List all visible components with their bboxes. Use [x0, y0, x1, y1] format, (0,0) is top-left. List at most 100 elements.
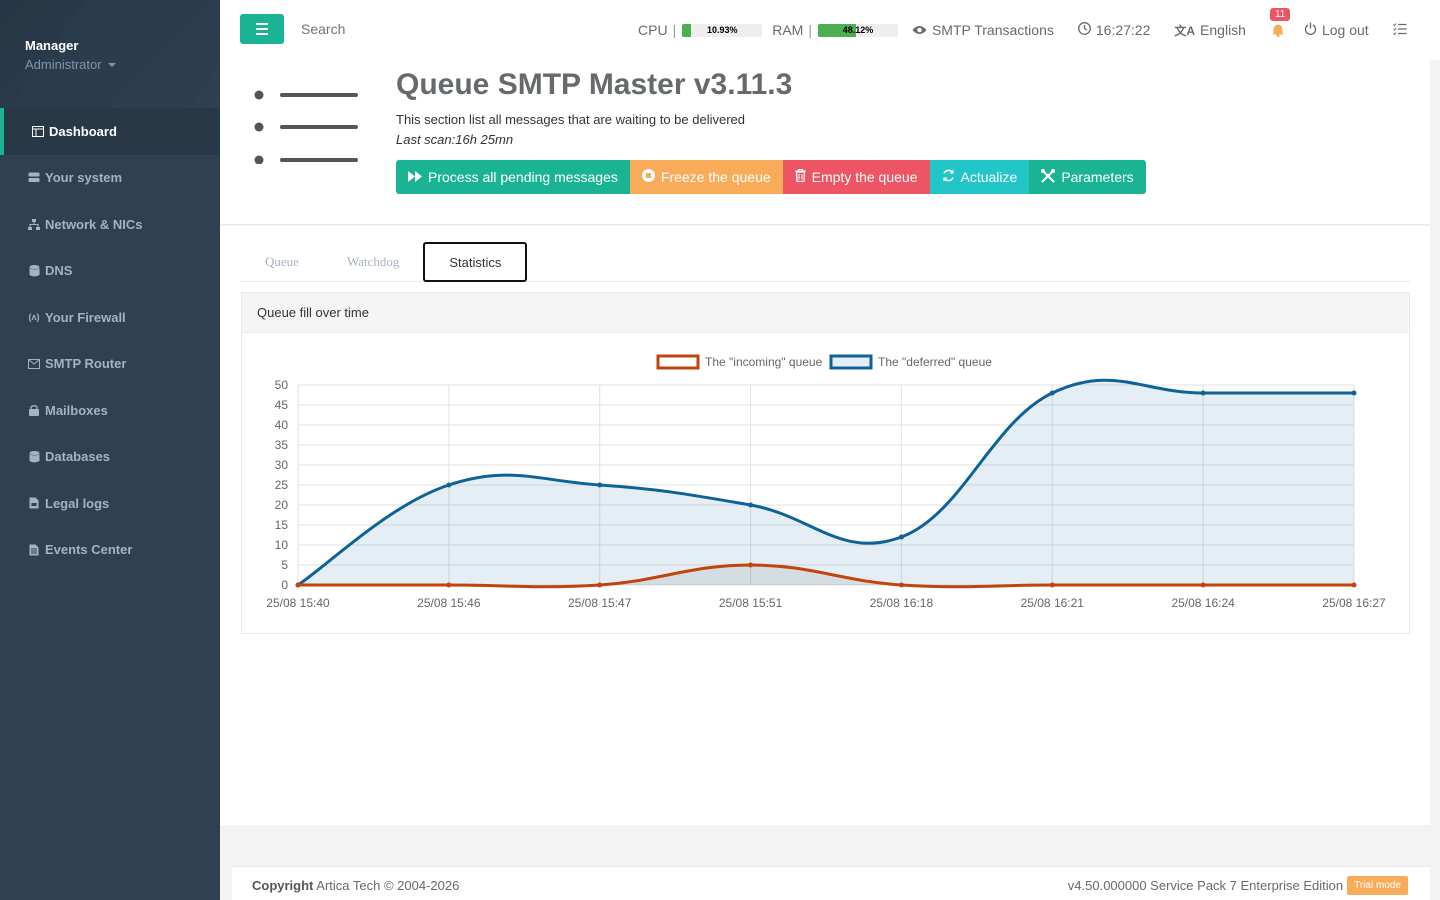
- data-point: [1049, 582, 1055, 588]
- chart-panel: Queue fill over time 0 5 10 15 20 25 30 35 40 45 5…: [241, 292, 1410, 634]
- network-icon: [27, 218, 41, 230]
- y-tick-label: 50: [275, 378, 289, 392]
- empty-queue-button[interactable]: Empty the queue: [782, 160, 930, 194]
- x-tick-label: 25/08 16:27: [1322, 596, 1386, 610]
- sidebar-item-label: DNS: [45, 263, 73, 279]
- data-point: [446, 482, 452, 488]
- sidebar-item-label: Dashboard: [49, 123, 117, 139]
- sidebar-item-firewall[interactable]: (ᴧ) Your Firewall: [0, 294, 220, 341]
- user-role: Administrator: [25, 57, 102, 72]
- smtp-transactions-link[interactable]: SMTP Transactions: [912, 22, 1054, 38]
- y-tick-label: 40: [275, 418, 289, 432]
- tools-icon: [1041, 168, 1056, 186]
- parameters-button[interactable]: Parameters: [1029, 160, 1146, 194]
- data-point: [597, 482, 603, 488]
- x-tick-label: 25/08 15:46: [417, 596, 481, 610]
- x-tick-label: 25/08 15:40: [266, 596, 330, 610]
- logout-button[interactable]: Log out: [1304, 22, 1369, 38]
- sidebar-item-dns[interactable]: DNS: [0, 248, 220, 295]
- ram-value: 48.12%: [842, 24, 874, 35]
- language-selector[interactable]: 文A English: [1174, 22, 1246, 39]
- y-tick-label: 25: [275, 478, 289, 492]
- actualize-button[interactable]: Actualize: [929, 160, 1030, 194]
- user-name: Manager: [25, 38, 79, 53]
- document-icon: [27, 544, 41, 556]
- tab-statistics[interactable]: Statistics: [423, 242, 528, 282]
- x-tick-label: 25/08 16:21: [1021, 596, 1085, 610]
- stop-circle-icon: [641, 169, 655, 185]
- y-tick-label: 15: [275, 518, 289, 532]
- footer: Copyright Artica Tech © 2004-2026 v4.50.…: [232, 866, 1430, 900]
- sidebar-item-legal-logs[interactable]: Legal logs: [0, 480, 220, 527]
- clock: 16:27:22: [1077, 22, 1151, 38]
- data-point: [898, 582, 904, 588]
- y-tick-label: 0: [281, 578, 288, 592]
- sidebar-item-your-system[interactable]: Your system: [0, 155, 220, 202]
- sidebar-item-network[interactable]: Network & NICs: [0, 201, 220, 248]
- separator: |: [672, 22, 677, 38]
- sidebar-item-label: Your Firewall: [45, 309, 126, 325]
- power-icon: [1304, 22, 1317, 38]
- x-tick-label: 25/08 16:18: [870, 596, 934, 610]
- sidebar-item-label: Legal logs: [45, 495, 110, 511]
- sidebar-item-label: SMTP Router: [45, 356, 127, 372]
- sidebar-item-label: Databases: [45, 449, 111, 465]
- legend-label: The "incoming" queue: [705, 355, 823, 369]
- server-icon: [27, 172, 41, 184]
- process-pending-button[interactable]: Process all pending messages: [396, 160, 630, 194]
- hamburger-icon-line: [256, 28, 268, 30]
- notifications-button[interactable]: 11: [1269, 8, 1291, 40]
- sidebar-item-databases[interactable]: Databases: [0, 434, 220, 481]
- ram-label: RAM: [772, 22, 804, 38]
- firewall-icon: (ᴧ): [28, 312, 40, 323]
- sidebar-item-label: Your system: [45, 170, 123, 186]
- trial-mode-badge: Trial mode: [1347, 876, 1408, 895]
- time-value: 16:27:22: [1095, 22, 1151, 38]
- sidebar-nav: Dashboard Your system Network & NICs DNS…: [0, 108, 220, 573]
- tab-queue[interactable]: Queue: [241, 242, 323, 282]
- data-point: [1200, 390, 1206, 396]
- footer-version: v4.50.000000 Service Pack 7 Enterprise E…: [1068, 876, 1408, 895]
- sidebar-item-label: Events Center: [45, 542, 133, 558]
- task-list-button[interactable]: [1392, 22, 1407, 38]
- last-scan: Last scan:16h 25mn: [396, 132, 514, 147]
- bell-icon: [1272, 24, 1284, 40]
- clock-icon: [1077, 22, 1091, 38]
- page-title: Queue SMTP Master v3.11.3: [396, 68, 793, 101]
- chart-panel-title: Queue fill over time: [242, 293, 1409, 333]
- profile-decoration: [7, 0, 220, 108]
- freeze-queue-button[interactable]: Freeze the queue: [629, 160, 783, 194]
- database-icon: [27, 264, 41, 277]
- cpu-label: CPU: [638, 22, 668, 38]
- legend-swatch: [656, 354, 700, 370]
- cpu-value: 10.93%: [706, 24, 738, 35]
- profile-block: Manager Administrator: [0, 0, 220, 108]
- ram-meter: 48.12%: [817, 23, 898, 37]
- data-point: [446, 582, 452, 588]
- action-buttons: Process all pending messages Freeze the …: [396, 160, 1146, 194]
- sidebar-item-mailboxes[interactable]: Mailboxes: [0, 387, 220, 434]
- menu-toggle-button[interactable]: [240, 14, 284, 44]
- copyright-label: Copyright: [252, 878, 314, 893]
- empty-queue-label: Empty the queue: [811, 169, 918, 185]
- dashboard-icon: [31, 125, 45, 137]
- data-point: [1049, 390, 1055, 396]
- tasks-icon: [1392, 22, 1407, 38]
- footer-copyright: Copyright Artica Tech © 2004-2026: [252, 878, 459, 893]
- search-input[interactable]: [301, 21, 501, 37]
- hamburger-icon: [256, 23, 268, 25]
- tab-bar: Queue Watchdog Statistics: [241, 242, 1410, 282]
- sidebar-item-dashboard[interactable]: Dashboard: [0, 108, 220, 155]
- actualize-label: Actualize: [960, 169, 1018, 185]
- sidebar-item-smtp-router[interactable]: SMTP Router: [0, 341, 220, 388]
- tab-watchdog[interactable]: Watchdog: [323, 242, 423, 282]
- y-tick-label: 30: [275, 458, 289, 472]
- logout-label: Log out: [1321, 22, 1369, 38]
- database-icon: [27, 450, 41, 463]
- user-role-dropdown[interactable]: Administrator: [25, 57, 220, 72]
- separator: |: [808, 22, 812, 38]
- y-tick-label: 20: [275, 498, 289, 512]
- eye-icon: [912, 22, 927, 38]
- x-tick-label: 25/08 15:51: [719, 596, 783, 610]
- sidebar-item-events-center[interactable]: Events Center: [0, 527, 220, 574]
